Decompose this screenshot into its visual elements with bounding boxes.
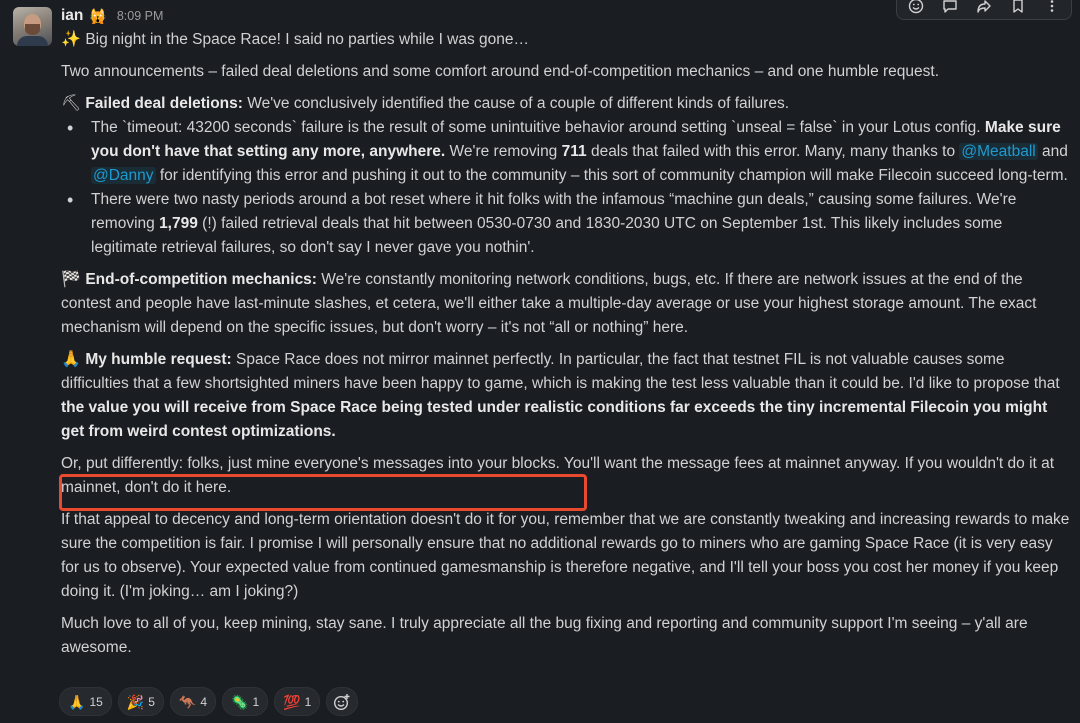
status-emoji: 🙀 [89, 8, 107, 24]
avatar[interactable] [13, 7, 52, 46]
humble-request-paragraph: 🙏 My humble request: Space Race does not… [61, 348, 1071, 444]
intro-line: ✨ Big night in the Space Race! I said no… [61, 28, 1071, 52]
avatar-shirt [17, 36, 48, 46]
list-item: There were two nasty periods around a bo… [67, 188, 1071, 260]
appeal-paragraph: If that appeal to decency and long-term … [61, 511, 1070, 600]
put-differently-paragraph: Or, put differently: folks, just mine ev… [61, 455, 1055, 496]
bullet1-text-f: and [1037, 143, 1068, 160]
reaction-count: 4 [200, 694, 208, 709]
reaction-count: 15 [89, 694, 103, 709]
more-icon[interactable] [1043, 0, 1061, 15]
failed-deals-paragraph: ⛏ Failed deal deletions: We've conclusiv… [61, 92, 1071, 116]
sparkles-emoji: ✨ [61, 31, 81, 48]
add-reaction-button[interactable] [326, 687, 359, 716]
reaction-microbe[interactable]: 🦠 1 [222, 687, 269, 716]
message-body: ✨ Big night in the Space Race! I said no… [61, 28, 1071, 660]
add-reaction-icon [334, 693, 350, 710]
share-icon[interactable] [975, 0, 993, 15]
avatar-beard [25, 24, 40, 35]
folded-hands-emoji: 🙏 [61, 351, 81, 368]
pick-emoji: ⛏ [61, 95, 82, 112]
humble-request-heading: My humble request: [85, 351, 232, 368]
author-name[interactable]: ian [61, 4, 83, 28]
bullet2-text-c: (!) failed retrieval deals that hit betw… [91, 215, 1003, 256]
reaction-emoji: 🦘 [178, 693, 197, 710]
bullet2-bold-count: 1,799 [159, 215, 198, 232]
message-header: ian 🙀 8:09 PM [61, 5, 163, 27]
summary-paragraph: Two announcements – failed deal deletion… [61, 63, 940, 80]
reactions-bar: 🙏 15 🎉 5 🦘 4 🦠 1 💯 1 [59, 687, 359, 716]
mention-danny[interactable]: @Danny [91, 167, 156, 184]
bookmark-icon[interactable] [1009, 0, 1027, 15]
reaction-folded-hands[interactable]: 🙏 15 [59, 687, 112, 716]
reply-icon[interactable] [941, 0, 959, 15]
reaction-party-popper[interactable]: 🎉 5 [117, 687, 164, 716]
bullet1-text-e: deals that failed with this error. Many,… [586, 143, 960, 160]
message-actions-toolbar [896, 0, 1072, 20]
timestamp[interactable]: 8:09 PM [117, 4, 164, 28]
reaction-emoji: 🙏 [68, 693, 86, 710]
mention-meatball[interactable]: @Meatball [959, 143, 1038, 160]
failed-deals-heading: Failed deal deletions: [85, 95, 243, 112]
intro-text: Big night in the Space Race! I said no p… [85, 31, 530, 48]
end-of-competition-heading: End-of-competition mechanics: [85, 271, 317, 288]
checkered-flag-emoji: 🏁 [61, 271, 81, 288]
reaction-count: 1 [304, 694, 312, 709]
emoji-icon[interactable] [907, 0, 925, 15]
bullet1-bold-count: 711 [561, 143, 587, 160]
reaction-hundred[interactable]: 💯 1 [274, 687, 321, 716]
reaction-count: 1 [252, 694, 260, 709]
list-item: The `timeout: 43200 seconds` failure is … [67, 116, 1071, 188]
bullet1-text-a: The `timeout: 43200 seconds` failure is … [91, 119, 985, 136]
closing-paragraph: Much love to all of you, keep mining, st… [61, 615, 1028, 656]
reaction-emoji: 💯 [283, 693, 301, 710]
failed-deals-list: The `timeout: 43200 seconds` failure is … [61, 116, 1071, 260]
reaction-emoji: 🦠 [231, 693, 249, 710]
reaction-emoji: 🎉 [126, 693, 145, 710]
reaction-kangaroo[interactable]: 🦘 4 [169, 687, 217, 716]
bullet1-text-g: for identifying this error and pushing i… [155, 167, 1068, 184]
bullet1-text-c: We're removing [445, 143, 562, 160]
end-of-competition-paragraph: 🏁 End-of-competition mechanics: We're co… [61, 268, 1071, 340]
failed-deals-text: We've conclusively identified the cause … [242, 95, 789, 112]
humble-request-bold: the value you will receive from Space Ra… [61, 399, 1048, 440]
reaction-count: 5 [148, 694, 155, 709]
